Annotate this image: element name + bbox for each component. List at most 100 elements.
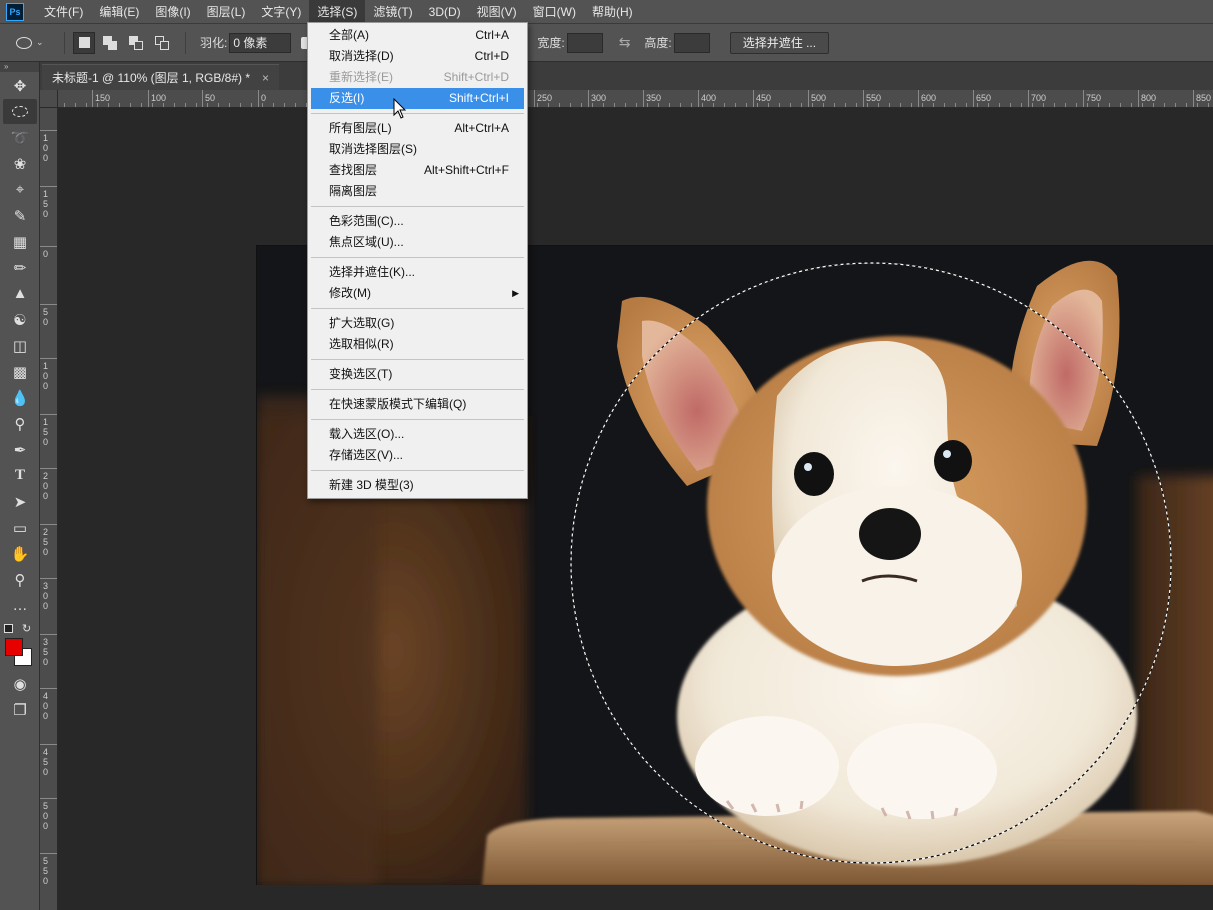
divider [64, 31, 65, 54]
feather-input[interactable] [229, 32, 292, 53]
lasso-icon[interactable]: ➰ [3, 125, 37, 150]
ruler-label: 250 [43, 527, 49, 557]
ruler-minor-tick [735, 103, 736, 107]
more-icon[interactable]: … [3, 593, 37, 618]
select-menu-item[interactable]: 隔离图层 [308, 181, 527, 202]
clone-stamp-icon[interactable]: ▲ [3, 281, 37, 306]
ruler-minor-tick [878, 103, 879, 107]
ruler-minor-tick [823, 103, 824, 107]
rectangle-icon[interactable]: ▭ [3, 515, 37, 540]
close-tab-icon[interactable]: × [262, 65, 269, 90]
ruler-minor-tick [801, 103, 802, 107]
menu-layer[interactable]: 图层(L) [199, 0, 254, 24]
ruler-label: 150 [43, 417, 49, 447]
select-menu-item[interactable]: 全部(A) Ctrl+A [308, 25, 527, 46]
select-menu-item[interactable]: 新建 3D 模型(3) [308, 475, 527, 496]
ruler-minor-tick [999, 103, 1000, 107]
select-menu-item[interactable]: 查找图层 Alt+Shift+Ctrl+F [308, 160, 527, 181]
select-menu-item[interactable]: 存储选区(V)... [308, 445, 527, 466]
move-icon[interactable]: ✥ [3, 73, 37, 98]
menu-edit[interactable]: 编辑(E) [91, 0, 147, 24]
eyedropper-icon[interactable]: ✎ [3, 203, 37, 228]
select-menu-item[interactable]: 选择并遮住(K)... [308, 262, 527, 283]
subtract-from-selection-button[interactable] [125, 32, 147, 54]
height-input[interactable] [673, 32, 710, 53]
pen-icon[interactable]: ✒ [3, 437, 37, 462]
ruler-minor-tick [251, 103, 252, 107]
select-menu-item[interactable]: 取消选择图层(S) [308, 139, 527, 160]
ruler-minor-tick [141, 103, 142, 107]
type-icon[interactable]: T [3, 463, 37, 488]
ruler-minor-tick [1032, 103, 1033, 107]
history-brush-icon[interactable]: ☯ [3, 307, 37, 332]
menu-item-shortcut: Shift+Ctrl+D [443, 70, 509, 84]
select-menu-item[interactable]: 载入选区(O)... [308, 424, 527, 445]
swap-width-height-icon[interactable]: ⇆ [619, 34, 631, 51]
healing-brush-icon[interactable]: ▦ [3, 229, 37, 254]
menu-3d[interactable]: 3D(D) [421, 0, 469, 24]
canvas-area[interactable] [58, 108, 1213, 910]
ruler-tick [40, 798, 57, 799]
foreground-color-swatch[interactable] [5, 638, 23, 656]
select-menu-item[interactable]: 色彩范围(C)... [308, 211, 527, 232]
tool-preset-picker[interactable]: ⌄ [16, 30, 56, 56]
hand-icon[interactable]: ✋ [3, 541, 37, 566]
add-to-selection-button[interactable] [99, 32, 121, 54]
document-tab[interactable]: 未标题-1 @ 110% (图层 1, RGB/8#) * × [42, 64, 280, 90]
screen-mode-icon[interactable]: ❐ [3, 697, 37, 722]
vertical-ruler[interactable]: 100 150 0 50 100 150 200 250 300 350 400 450 500 550 [40, 108, 58, 910]
dodge-icon[interactable]: ⚲ [3, 411, 37, 436]
ruler-label: 100 [43, 361, 49, 391]
blur-icon[interactable]: 💧 [3, 385, 37, 410]
select-menu-item[interactable]: 在快速蒙版模式下编辑(Q) [308, 394, 527, 415]
menu-item-label: 取消选择(D) [329, 49, 394, 63]
ruler-label: 0 [43, 249, 49, 259]
menu-help[interactable]: 帮助(H) [584, 0, 641, 24]
menu-window[interactable]: 窗口(W) [525, 0, 584, 24]
eraser-icon[interactable]: ◫ [3, 333, 37, 358]
default-colors-icon[interactable] [4, 624, 13, 633]
ruler-tick [808, 90, 809, 107]
intersect-selection-button[interactable] [151, 32, 173, 54]
menu-item-shortcut: Ctrl+D [474, 49, 509, 63]
menu-view[interactable]: 视图(V) [469, 0, 525, 24]
path-select-icon[interactable]: ➤ [3, 489, 37, 514]
ruler-minor-tick [603, 103, 604, 107]
quick-mask-icon[interactable]: ◉ [3, 671, 37, 696]
select-and-mask-button[interactable]: 选择并遮住 ... [729, 31, 830, 54]
menu-type[interactable]: 文字(Y) [253, 0, 309, 24]
crop-icon[interactable]: ⌖ [3, 177, 37, 202]
select-menu-item[interactable]: 选取相似(R) [308, 334, 527, 355]
zoom-icon[interactable]: ⚲ [3, 567, 37, 592]
new-selection-button[interactable] [73, 31, 95, 54]
ruler-minor-tick [570, 103, 571, 107]
swap-colors-icon[interactable]: ↻ [22, 622, 31, 635]
brush-icon[interactable]: ✏ [3, 255, 37, 280]
ruler-tick [258, 90, 259, 107]
menu-filter[interactable]: 滤镜(T) [365, 0, 420, 24]
panel-collapse-icon[interactable]: » [0, 62, 39, 72]
mouse-cursor-icon [393, 98, 407, 119]
menu-item-label: 所有图层(L) [329, 121, 392, 135]
menu-image[interactable]: 图像(I) [147, 0, 198, 24]
menu-item-shortcut: Ctrl+A [475, 28, 509, 42]
select-menu-item[interactable]: 反选(I) Shift+Ctrl+I [311, 88, 524, 109]
quick-select-icon[interactable]: ❀ [3, 151, 37, 176]
ruler-minor-tick [625, 103, 626, 107]
select-menu-item[interactable]: 修改(M) ▶ [308, 283, 527, 304]
ruler-minor-tick [614, 103, 615, 107]
horizontal-ruler[interactable]: 150 100 50 0 250 300 350 400 450 500 550 600 650 700 7… [58, 90, 1213, 108]
select-menu-item[interactable]: 焦点区域(U)... [308, 232, 527, 253]
menu-select[interactable]: 选择(S) [309, 0, 366, 24]
select-menu-item[interactable]: 扩大选取(G) [308, 313, 527, 334]
select-menu-item[interactable]: 取消选择(D) Ctrl+D [308, 46, 527, 67]
width-input[interactable] [566, 32, 603, 53]
ruler-minor-tick [1076, 103, 1077, 107]
menu-file[interactable]: 文件(F) [36, 0, 91, 24]
select-menu-item[interactable]: 变换选区(T) [308, 364, 527, 385]
gradient-icon[interactable]: ▩ [3, 359, 37, 384]
elliptical-marquee-icon[interactable] [3, 99, 37, 124]
select-menu-item[interactable]: 所有图层(L) Alt+Ctrl+A [308, 118, 527, 139]
ruler-minor-tick [130, 103, 131, 107]
ruler-minor-tick [218, 103, 219, 107]
